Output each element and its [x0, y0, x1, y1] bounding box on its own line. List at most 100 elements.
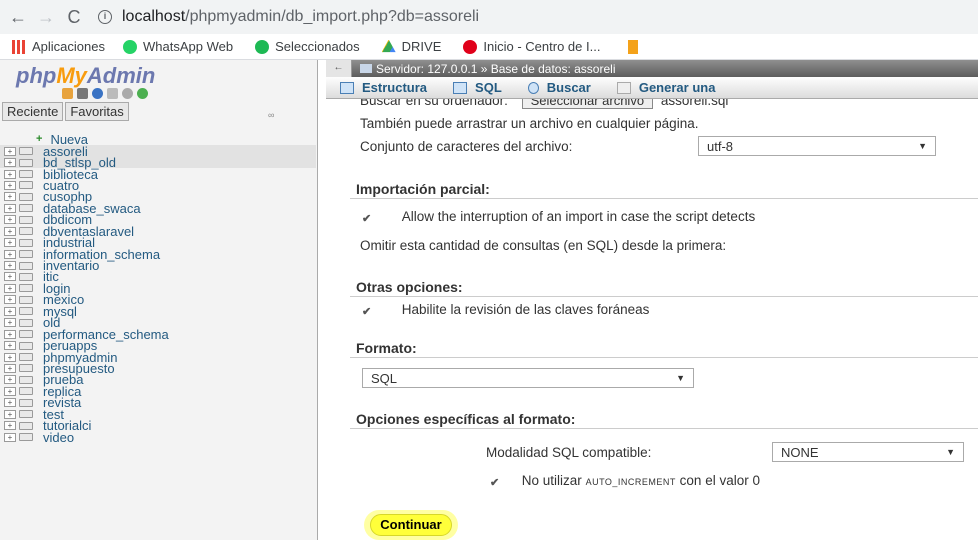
phpmyadmin-logo[interactable]: phpMyAdmin — [16, 63, 155, 89]
partial-import-heading: Importación parcial: — [356, 181, 490, 197]
expand-icon[interactable]: + — [4, 192, 16, 202]
expand-icon[interactable]: + — [4, 386, 16, 396]
database-item[interactable]: + video — [0, 431, 316, 444]
collapse-nav-button[interactable]: ← — [326, 60, 352, 77]
expand-icon[interactable]: + — [4, 398, 16, 408]
expand-icon[interactable]: + — [4, 283, 16, 293]
allow-interrupt-label[interactable]: Allow the interruption of an import in c… — [402, 209, 755, 224]
site-info-icon[interactable]: i — [98, 10, 112, 24]
tab-estructura[interactable]: Estructura — [340, 80, 427, 95]
expand-icon[interactable]: + — [4, 341, 16, 351]
logo-part: My — [56, 63, 87, 88]
charset-select[interactable]: utf-8 ▼ — [698, 136, 936, 156]
database-icon — [19, 433, 33, 442]
expand-icon[interactable]: + — [4, 295, 16, 305]
expand-icon[interactable]: + — [4, 329, 16, 339]
tab-label: Buscar — [546, 80, 591, 95]
foreign-keys-label[interactable]: Habilite la revisión de las claves forán… — [402, 302, 650, 317]
expand-icon[interactable]: + — [4, 261, 16, 271]
expand-icon[interactable]: + — [4, 238, 16, 248]
expand-icon[interactable]: + — [4, 306, 16, 316]
reload-icon[interactable]: C — [60, 7, 88, 28]
divider — [350, 296, 978, 297]
bookmark-drive[interactable]: DRIVE — [381, 39, 442, 54]
format-select[interactable]: SQL ▼ — [362, 368, 694, 388]
bookmark-overflow[interactable] — [628, 39, 644, 54]
expand-icon[interactable]: + — [4, 158, 16, 168]
tab-buscar[interactable]: Buscar — [527, 80, 591, 95]
tab-label: Estructura — [362, 80, 428, 95]
database-icon — [19, 284, 33, 293]
expand-icon[interactable]: + — [4, 180, 16, 190]
expand-icon[interactable]: + — [4, 432, 16, 442]
expand-icon[interactable]: + — [4, 169, 16, 179]
divider — [350, 428, 978, 429]
charset-value: utf-8 — [707, 139, 734, 154]
charset-label: Conjunto de caracteres del archivo: — [360, 139, 573, 154]
expand-icon[interactable]: + — [4, 363, 16, 373]
drag-hint: También puede arrastrar un archivo en cu… — [360, 116, 699, 131]
query-icon — [616, 81, 631, 94]
database-icon — [19, 158, 33, 167]
bookmark-whatsapp[interactable]: WhatsApp Web — [123, 39, 233, 54]
format-heading: Formato: — [356, 340, 417, 356]
foreign-keys-checkbox[interactable]: ✔ — [362, 305, 376, 318]
help-icon[interactable] — [92, 88, 103, 99]
expand-icon[interactable]: + — [4, 318, 16, 328]
tab-sql[interactable]: SQL — [453, 80, 502, 95]
expand-icon[interactable]: + — [4, 352, 16, 362]
forward-icon[interactable]: → — [32, 7, 60, 28]
bookmarks-bar: Aplicaciones WhatsApp Web Seleccionados … — [0, 34, 978, 60]
logout-icon[interactable] — [77, 88, 88, 99]
database-icon — [19, 398, 33, 407]
expand-icon[interactable]: + — [4, 409, 16, 419]
continue-button[interactable]: Continuar — [370, 514, 452, 536]
docs-icon[interactable] — [107, 88, 118, 99]
other-options-heading: Otras opciones: — [356, 279, 463, 295]
expand-icon[interactable]: + — [4, 203, 16, 213]
logo-icon — [463, 39, 478, 54]
database-icon — [19, 318, 33, 327]
bookmark-inicio[interactable]: Inicio - Centro de I... — [463, 39, 600, 54]
breadcrumb-text[interactable]: Servidor: 127.0.0.1 » Base de datos: ass… — [376, 62, 615, 76]
no-autoincrement-prefix[interactable]: No utilizar — [522, 473, 582, 488]
sql-mode-select[interactable]: NONE ▼ — [772, 442, 964, 462]
reload-nav-icon[interactable] — [137, 88, 148, 99]
whatsapp-icon — [123, 39, 137, 54]
expand-icon[interactable]: + — [4, 226, 16, 236]
breadcrumb: ← Servidor: 127.0.0.1 » Base de datos: a… — [326, 60, 978, 77]
no-autoincrement-checkbox[interactable]: ✔ — [490, 476, 504, 489]
database-icon — [19, 375, 33, 384]
expand-icon[interactable]: + — [4, 215, 16, 225]
allow-interrupt-checkbox[interactable]: ✔ — [362, 212, 376, 225]
expand-icon[interactable]: + — [4, 421, 16, 431]
bookmark-apps[interactable]: Aplicaciones — [12, 39, 105, 54]
expand-icon[interactable]: + — [4, 375, 16, 385]
bookmark-label: DRIVE — [401, 39, 442, 54]
database-icon — [19, 250, 33, 259]
bookmark-label: Inicio - Centro de I... — [483, 39, 601, 54]
home-icon[interactable] — [62, 88, 73, 99]
choose-file-button[interactable]: Seleccionar archivo — [521, 99, 654, 109]
chevron-down-icon: ▼ — [676, 373, 685, 383]
expand-icon[interactable]: + — [4, 249, 16, 259]
settings-icon[interactable] — [122, 88, 133, 99]
address-bar[interactable]: localhost/phpmyadmin/db_import.php?db=as… — [122, 8, 479, 26]
url-host: localhost — [122, 8, 186, 25]
bookmark-seleccionados[interactable]: Seleccionados — [255, 39, 360, 54]
expand-icon[interactable]: + — [4, 146, 16, 156]
database-icon — [19, 215, 33, 224]
new-icon: + — [36, 133, 43, 146]
database-name[interactable]: video — [43, 431, 74, 444]
link-chain-icon[interactable]: ∞ — [268, 110, 274, 120]
no-autoincrement-row: ✔ No utilizar AUTO_INCREMENT con el valo… — [490, 473, 760, 489]
tab-favorites[interactable]: Favoritas — [65, 102, 129, 121]
back-icon[interactable]: ← — [4, 7, 32, 28]
nav-icon-row — [62, 88, 148, 99]
chevron-down-icon: ▼ — [946, 447, 955, 457]
tab-recent[interactable]: Reciente — [2, 102, 64, 121]
bookmark-icon — [628, 39, 639, 54]
tab-generar[interactable]: Generar una — [616, 80, 715, 95]
expand-icon[interactable]: + — [4, 272, 16, 282]
structure-icon — [340, 81, 354, 94]
